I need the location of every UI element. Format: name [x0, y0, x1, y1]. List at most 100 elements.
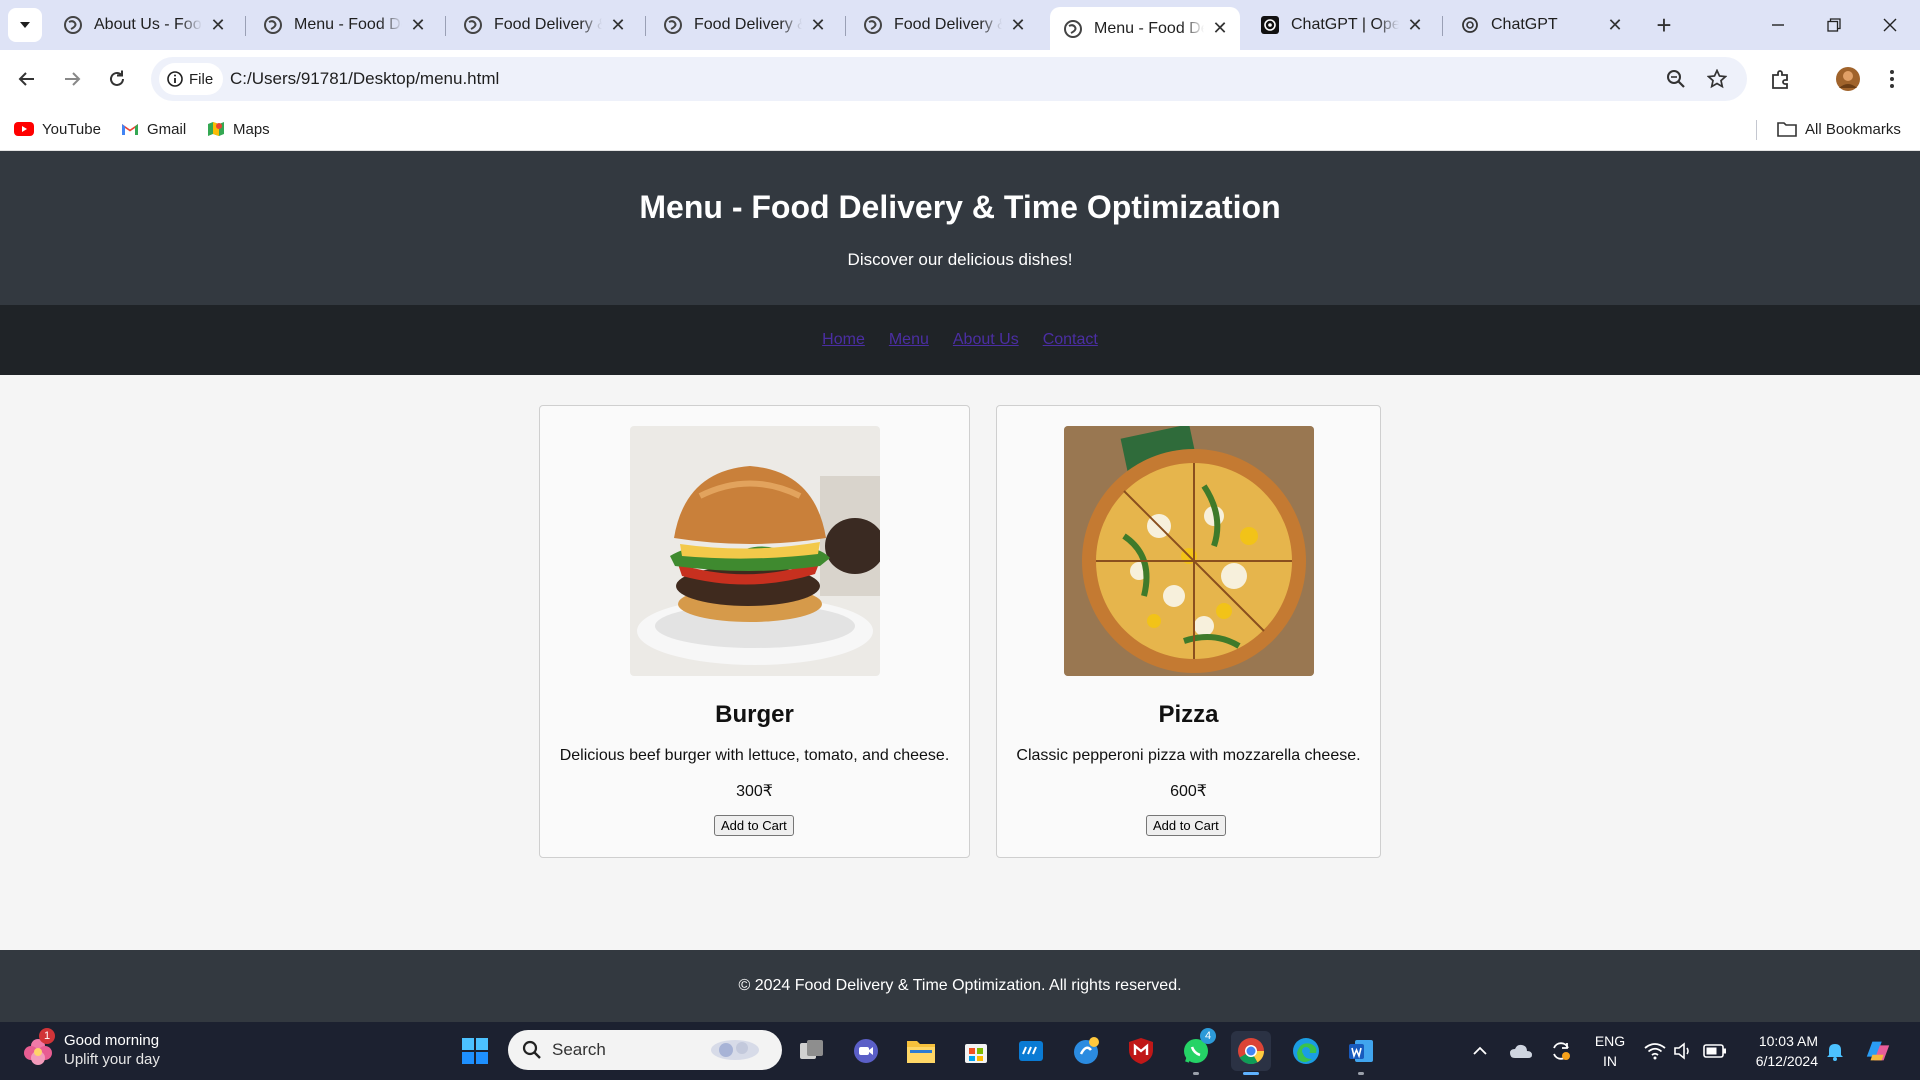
- cloud-icon: [1510, 1044, 1532, 1058]
- address-bar[interactable]: File C:/Users/91781/Desktop/menu.html: [151, 57, 1747, 101]
- language-code: ENG: [1594, 1033, 1626, 1049]
- add-to-cart-button[interactable]: Add to Cart: [1146, 815, 1226, 836]
- taskbar-store[interactable]: [956, 1031, 996, 1071]
- tray-battery[interactable]: [1701, 1037, 1729, 1065]
- tray-volume[interactable]: [1669, 1037, 1697, 1065]
- restore-button[interactable]: [1806, 0, 1862, 50]
- shield-icon: [1129, 1038, 1153, 1064]
- forward-button[interactable]: [55, 62, 89, 96]
- tab-title: ChatGPT: [1491, 16, 1558, 33]
- profile-avatar[interactable]: [1831, 62, 1865, 96]
- nav-link-about-us[interactable]: About Us: [953, 331, 1019, 349]
- menu-section: Burger Delicious beef burger with lettuc…: [0, 375, 1920, 926]
- bookmark-youtube[interactable]: YouTube: [14, 117, 101, 141]
- edge-icon: [1293, 1038, 1319, 1064]
- tab-search-button[interactable]: [8, 8, 42, 42]
- zoom-button[interactable]: [1664, 67, 1688, 91]
- reload-button[interactable]: [100, 62, 134, 96]
- menu-item-card: Pizza Classic pepperoni pizza with mozza…: [996, 405, 1381, 858]
- close-icon[interactable]: ✕: [1405, 15, 1425, 35]
- bookmark-star-button[interactable]: [1705, 67, 1729, 91]
- tab-divider: [845, 16, 846, 36]
- close-icon[interactable]: ✕: [1210, 18, 1230, 39]
- tab-menu[interactable]: Menu - Food Delivery & Time Optimization…: [250, 7, 438, 43]
- chevron-up-icon: [1473, 1046, 1487, 1055]
- puzzle-icon: [1772, 70, 1788, 89]
- tab-title: ChatGPT | OpenAI: [1291, 16, 1399, 33]
- close-icon[interactable]: ✕: [808, 15, 828, 35]
- globe-icon: [264, 16, 282, 34]
- tab-chatgpt-openai[interactable]: ChatGPT | OpenAI ✕: [1247, 7, 1435, 43]
- bookmark-label: Gmail: [147, 120, 187, 138]
- all-bookmarks-button[interactable]: All Bookmarks: [1777, 117, 1901, 141]
- site-info-chip[interactable]: File: [159, 63, 224, 95]
- close-icon[interactable]: ✕: [1605, 15, 1625, 35]
- site-header: Menu - Food Delivery & Time Optimization…: [0, 151, 1920, 305]
- tray-sync[interactable]: [1547, 1037, 1575, 1065]
- close-icon[interactable]: ✕: [1008, 15, 1028, 35]
- close-icon[interactable]: ✕: [608, 15, 628, 35]
- new-tab-button[interactable]: +: [1650, 10, 1678, 40]
- extensions-button[interactable]: [1764, 62, 1798, 96]
- folder-icon: [907, 1041, 935, 1063]
- taskbar-word[interactable]: [1341, 1031, 1381, 1075]
- tab-chatgpt[interactable]: ChatGPT ✕: [1447, 7, 1635, 43]
- taskbar-meet[interactable]: [846, 1031, 886, 1071]
- language-indicator[interactable]: ENG IN: [1594, 1031, 1626, 1071]
- minimize-button[interactable]: [1750, 0, 1806, 50]
- close-icon[interactable]: ✕: [208, 15, 228, 35]
- tray-copilot[interactable]: [1864, 1037, 1892, 1065]
- show-hidden-icons[interactable]: [1466, 1037, 1494, 1065]
- tab-divider: [245, 16, 246, 36]
- bookmark-maps[interactable]: Maps: [207, 117, 270, 141]
- word-icon: [1349, 1040, 1373, 1062]
- close-window-button[interactable]: [1862, 0, 1918, 50]
- video-chat-icon: [854, 1039, 878, 1063]
- globe-icon: [1064, 19, 1082, 38]
- taskbar-whatsapp[interactable]: 4: [1176, 1028, 1216, 1075]
- nav-link-home[interactable]: Home: [822, 331, 865, 349]
- tab-food-delivery[interactable]: Food Delivery & Time Optimization ✕: [450, 7, 638, 43]
- restore-icon: [1827, 18, 1841, 32]
- close-icon[interactable]: ✕: [408, 15, 428, 35]
- taskbar-search[interactable]: Search: [508, 1030, 782, 1070]
- taskbar-myhp[interactable]: [1011, 1031, 1051, 1071]
- tray-onedrive[interactable]: [1507, 1037, 1535, 1065]
- tab-menu-active[interactable]: Menu - Food Delivery & Time Optimization…: [1050, 7, 1240, 50]
- windows-icon: [462, 1038, 488, 1064]
- taskbar-chrome[interactable]: [1231, 1031, 1271, 1075]
- tray-wifi[interactable]: [1641, 1037, 1669, 1065]
- info-icon: [167, 71, 183, 87]
- close-icon: [1883, 18, 1897, 32]
- tab-title: Menu - Food Delivery & Time Optimization: [294, 16, 402, 33]
- menu-item-card: Burger Delicious beef burger with lettuc…: [539, 405, 970, 858]
- back-button[interactable]: [10, 62, 44, 96]
- language-region: IN: [1603, 1053, 1617, 1069]
- running-indicator: [1358, 1072, 1364, 1075]
- start-button[interactable]: [455, 1031, 495, 1071]
- taskbar-support[interactable]: [1066, 1031, 1106, 1071]
- browser-menu-button[interactable]: [1875, 62, 1909, 96]
- speaker-icon: [1674, 1042, 1689, 1060]
- search-placeholder: Search: [552, 1040, 606, 1059]
- tab-food-delivery[interactable]: Food Delivery & Time Optimization ✕: [850, 7, 1038, 43]
- bookmark-gmail[interactable]: Gmail: [121, 117, 186, 141]
- tab-about-us[interactable]: About Us - Food Delivery & Time Optimiza…: [50, 7, 238, 43]
- taskbar-mcafee[interactable]: [1121, 1031, 1161, 1071]
- taskbar-task-view[interactable]: [792, 1031, 832, 1071]
- nav-link-contact[interactable]: Contact: [1043, 331, 1098, 349]
- tray-notifications[interactable]: [1821, 1037, 1849, 1065]
- avatar-icon: [1836, 67, 1860, 91]
- bookmarks-bar: YouTube Gmail Maps All Bookmarks: [0, 108, 1920, 151]
- system-clock[interactable]: 10:03 AM 6/12/2024: [1742, 1031, 1818, 1071]
- weather-widget[interactable]: 1 Good morning Uplift your day: [20, 1028, 220, 1072]
- all-bookmarks-label: All Bookmarks: [1805, 120, 1901, 138]
- url-text[interactable]: C:/Users/91781/Desktop/menu.html: [230, 69, 499, 89]
- web-page: Menu - Food Delivery & Time Optimization…: [0, 151, 1920, 1022]
- tab-food-delivery[interactable]: Food Delivery & Time Optimization ✕: [650, 7, 838, 43]
- add-to-cart-button[interactable]: Add to Cart: [714, 815, 794, 836]
- taskbar-file-explorer[interactable]: [901, 1031, 941, 1071]
- taskbar-edge[interactable]: [1286, 1031, 1326, 1071]
- nav-link-menu[interactable]: Menu: [889, 331, 929, 349]
- help-icon: [1074, 1037, 1099, 1064]
